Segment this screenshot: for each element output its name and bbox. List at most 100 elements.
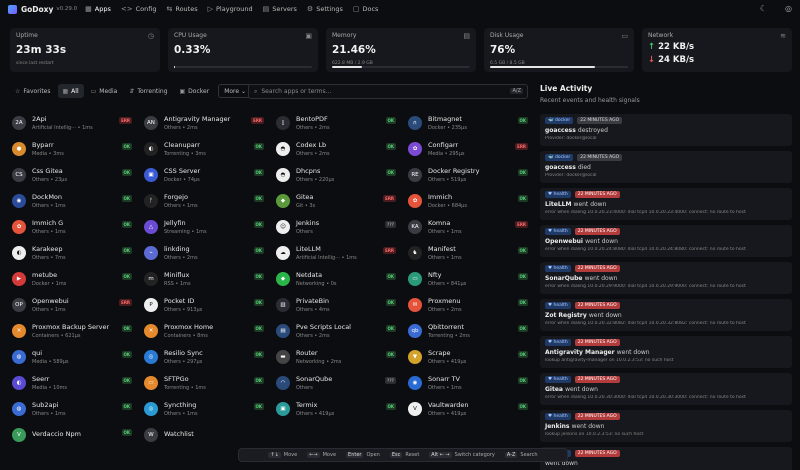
app-icon: AN (144, 116, 158, 130)
app-icon: ● (12, 142, 26, 156)
app-tile[interactable]: CS Css Gitea Others • 23μs OK (10, 162, 136, 188)
github-icon[interactable]: ◎ (785, 4, 792, 13)
app-tile[interactable]: OP Openwebui Others • 1ms ERR (10, 292, 136, 318)
app-tile[interactable]: ◍ Sub2api Others • 1ms OK (10, 396, 136, 422)
app-name: linkding (164, 245, 190, 253)
app-tile[interactable]: ▬ Router Networking • 2ms OK (274, 344, 400, 370)
app-tile[interactable]: ◠ SonarQube Others ??? (274, 370, 400, 396)
app-tile[interactable]: ◉ DockMon Others • 1ms OK (10, 188, 136, 214)
app-tile[interactable]: ▭ SFTPGo Torrenting • 1ms OK (142, 370, 268, 396)
app-tile[interactable]: ◐ Seerr Media • 10ms OK (10, 370, 136, 396)
app-tile[interactable]: ● Byparr Media • 3ms OK (10, 136, 136, 162)
app-icon: ▼ (408, 350, 422, 364)
app-tile[interactable]: ▣ CSS Server Docker • 74μs OK (142, 162, 268, 188)
app-meta: Artificial Intellig··· • 1ms (296, 255, 357, 261)
app-tile[interactable]: ▤ Pve Scripts Local Others • 2ms OK (274, 318, 400, 344)
app-tile[interactable]: 2A 2Api Artificial Intellig··· • 1ms ERR (10, 110, 136, 136)
routes-icon: ⇆ (166, 5, 173, 13)
filter-all[interactable]: ▦ All (57, 84, 84, 98)
nav-playground[interactable]: ▷ Playground (208, 5, 253, 13)
app-tile[interactable]: ∩ Bitmagnet Docker • 235μs OK (406, 110, 532, 136)
app-tile[interactable]: ◍ qui Media • 589μs OK (10, 344, 136, 370)
status-badge: OK (121, 377, 132, 384)
app-tile[interactable]: ✿ Immich G Others • 1ms OK (10, 214, 136, 240)
status-badge: OK (121, 273, 132, 280)
app-tile[interactable]: ◓ Dhcpns Others • 220μs OK (274, 162, 400, 188)
nav-config[interactable]: <> Config (121, 5, 157, 13)
filter-docker[interactable]: ▣ Docker (175, 84, 215, 98)
app-tile[interactable]: ◎ Resilio Sync Others • 297μs OK (142, 344, 268, 370)
app-tile[interactable]: V Vaultwarden Others • 419μs OK (406, 396, 532, 422)
app-icon: ▶ (12, 272, 26, 286)
app-tile[interactable]: KA Komna Others • 1ms ERR (406, 214, 532, 240)
nav-settings[interactable]: ⚙ Settings (307, 5, 343, 13)
status-badge: OK (517, 325, 528, 332)
app-name: Miniflux (164, 271, 190, 279)
activity-event: ♥ health 22 MINUTES AGO Jenkins went dow… (540, 410, 792, 442)
app-tile[interactable]: V Verdaccio Npm OK (10, 422, 136, 448)
app-meta: Others • 1ms (428, 255, 462, 261)
event-type-badge: ♥ health (545, 265, 571, 272)
app-name: metube (32, 271, 58, 279)
app-meta: Others • 419μs (428, 411, 467, 417)
app-tile[interactable]: ◆ Gitea Git • 3s ERR (274, 188, 400, 214)
app-meta: Networking • 2ms (296, 359, 342, 365)
app-tile[interactable]: qb Qbittorrent Torrenting • 2ms OK (406, 318, 532, 344)
app-tile[interactable]: AN Antigravity Manager Others • 2ms ERR (142, 110, 268, 136)
app-name: Bitmagnet (428, 115, 462, 123)
app-tile[interactable]: ◐ Karakeep Others • 7ms OK (10, 240, 136, 266)
app-tile[interactable]: ♞ Manifest Others • 1ms OK (406, 240, 532, 266)
app-tile[interactable]: ◎ Syncthing Others • 1ms OK (142, 396, 268, 422)
app-tile[interactable]: ᚠ Forgejo Others • 1ms OK (142, 188, 268, 214)
nav-routes[interactable]: ⇆ Routes (166, 5, 197, 13)
app-tile[interactable]: ▯ BentoPDF Others • 2ms OK (274, 110, 400, 136)
app-icon: ◎ (144, 350, 158, 364)
status-badge: OK (121, 325, 132, 332)
status-badge: OK (517, 377, 528, 384)
filter-torrenting[interactable]: ⇵ Torrenting (124, 84, 172, 98)
app-tile[interactable]: P Pocket ID Others • 913μs OK (142, 292, 268, 318)
app-tile[interactable]: ✿ Immich Docker • 684μs OK (406, 188, 532, 214)
app-tile[interactable]: ◉ Sonarr TV Others • 1ms OK (406, 370, 532, 396)
app-tile[interactable]: ✕ Proxmox Home Containers • 8ms OK (142, 318, 268, 344)
nav-servers[interactable]: ▤ Servers (263, 5, 297, 13)
app-tile[interactable]: ✕ Proxmox Backup Server Containers • 621… (10, 318, 136, 344)
app-tile[interactable]: ✿ Configarr Media • 295μs ERR (406, 136, 532, 162)
app-tile[interactable]: RE Docker Registry Others • 519μs OK (406, 162, 532, 188)
app-tile[interactable]: W Watchlist (142, 422, 268, 448)
app-icon: ◎ (144, 402, 158, 416)
app-tile[interactable]: ☺ Jenkins Others ??? (274, 214, 400, 240)
app-tile[interactable]: ▼ Scrape Others • 419μs OK (406, 344, 532, 370)
filter-media[interactable]: ▭ Media (86, 84, 123, 98)
app-tile[interactable]: ▥ PrivateBin Others • 4ms OK (274, 292, 400, 318)
disk-card: Disk Usage ▭ 76% 6.5 GB / 8.5 GB (484, 28, 634, 72)
app-tile[interactable]: ▭ Nfty Others • 841μs OK (406, 266, 532, 292)
app-tile[interactable]: ◐ Cleanuparr Torrenting • 3ms OK (142, 136, 268, 162)
app-name: DockMon (32, 193, 63, 201)
filter-favorites[interactable]: ☆ Favorites (10, 84, 56, 98)
theme-toggle-icon[interactable]: ☾ (760, 4, 767, 13)
status-badge: OK (121, 351, 132, 358)
app-tile[interactable]: ✉ Proxmenu Others • 2ms OK (406, 292, 532, 318)
nav-apps[interactable]: ▦ Apps (85, 5, 111, 13)
app-tile[interactable]: m Miniflux RSS • 1ms OK (142, 266, 268, 292)
event-detail: error when dialing 10.0.20.29:9000: dial… (545, 284, 746, 289)
app-icon: ◍ (12, 350, 26, 364)
app-meta: Others • 1ms (428, 229, 462, 235)
app-name: Komna (428, 219, 451, 227)
nav-docs[interactable]: ▢ Docs (353, 5, 379, 13)
app-tile[interactable]: ◓ Codex Lb Others • 2ms OK (274, 136, 400, 162)
app-tile[interactable]: △ Jellyfin Streaming • 1ms OK (142, 214, 268, 240)
app-tile[interactable]: ⌁ linkding Others • 2ms OK (142, 240, 268, 266)
app-meta: Others • 2ms (296, 151, 330, 157)
more-dropdown[interactable]: More ⌄ (218, 84, 253, 98)
app-tile[interactable]: ☁ LiteLLM Artificial Intellig··· • 1ms E… (274, 240, 400, 266)
status-badge: OK (385, 325, 396, 332)
status-badge: OK (253, 351, 264, 358)
app-icon: ♞ (408, 246, 422, 260)
app-tile[interactable]: ▶ metube Docker • 1ms OK (10, 266, 136, 292)
app-tile[interactable]: ◆ Netdata Networking • 0s OK (274, 266, 400, 292)
app-icon: ᚠ (144, 194, 158, 208)
search-input[interactable]: ⌕ Search apps or terms... A/Z (248, 84, 528, 99)
app-tile[interactable]: ▣ Termix Others • 419μs OK (274, 396, 400, 422)
